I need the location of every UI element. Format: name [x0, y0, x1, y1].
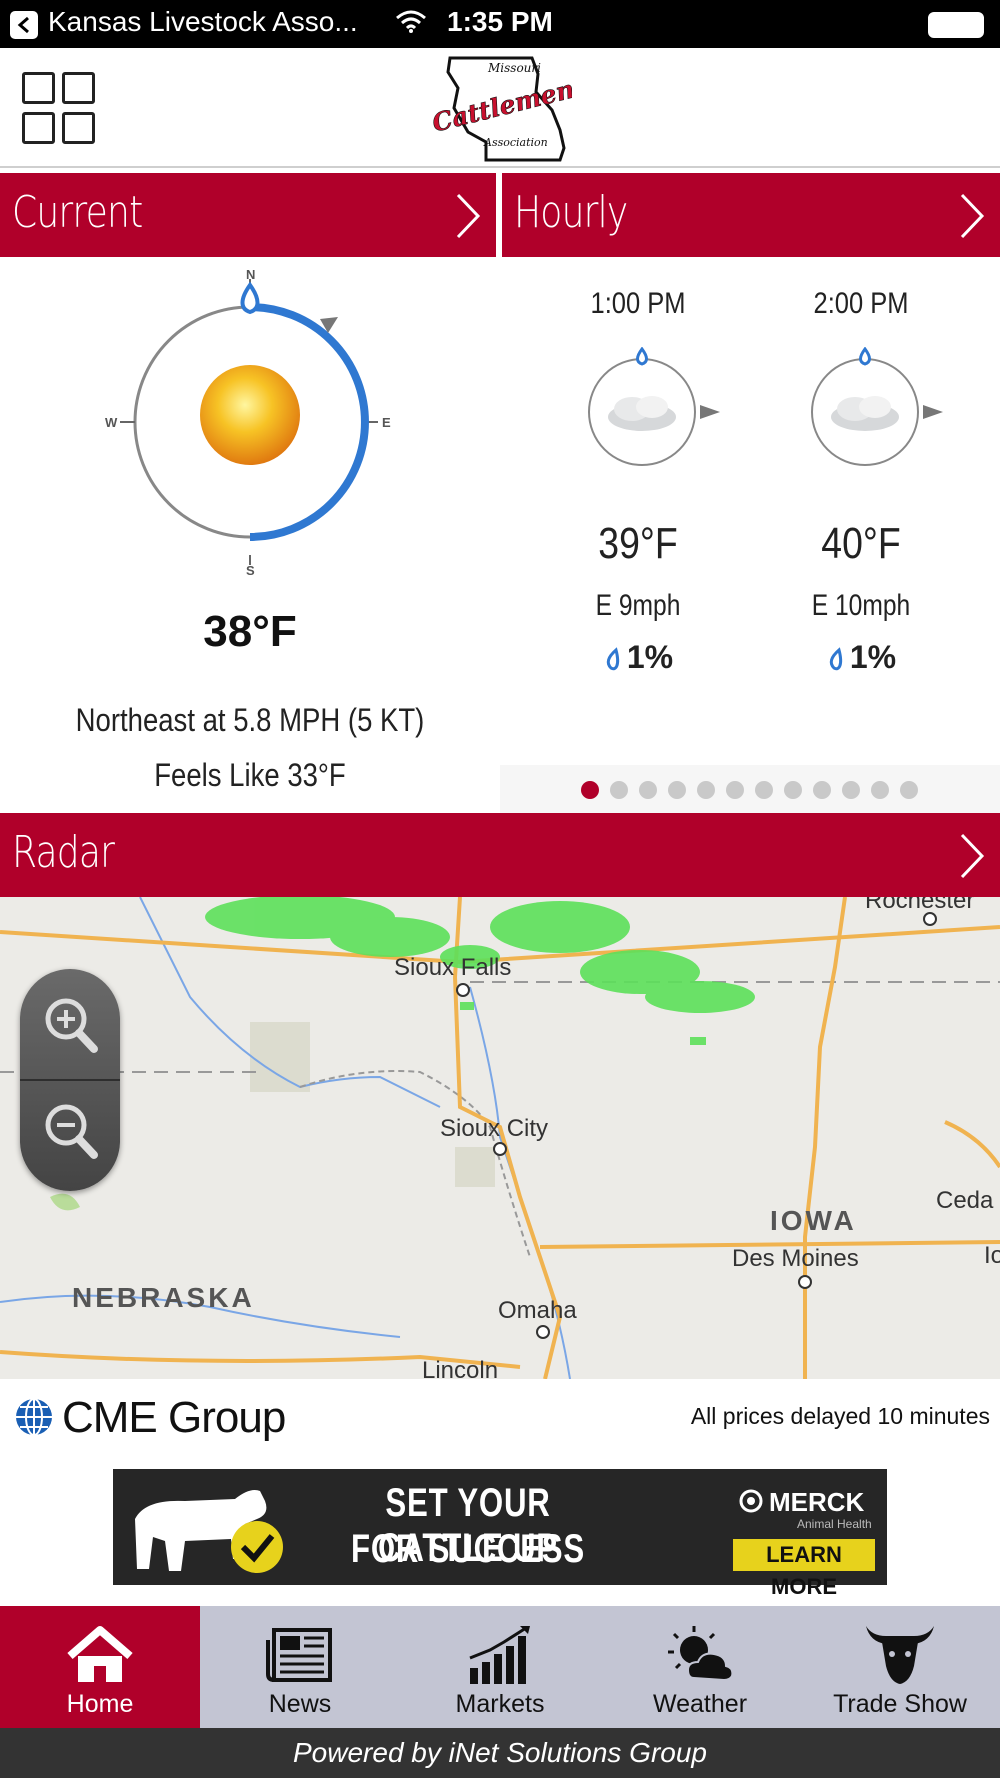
previous-app-name[interactable]: Kansas Livestock Asso...: [48, 6, 358, 38]
zoom-in-icon[interactable]: [40, 991, 100, 1061]
hourly-section-header[interactable]: Hourly: [502, 173, 1000, 257]
raindrop-icon: [829, 646, 842, 670]
page-dot[interactable]: [755, 781, 773, 799]
app-header: Missouri Cattlemens Association: [0, 48, 1000, 168]
map-label-nebraska: NEBRASKA: [72, 1282, 255, 1313]
wifi-icon: [396, 10, 426, 33]
tab-home[interactable]: Home: [0, 1606, 200, 1728]
map-label-io: Io: [984, 1242, 1000, 1269]
hour-time: 1:00 PM: [590, 287, 686, 320]
chevron-left-icon: [17, 16, 29, 34]
hour-wind: E 10mph: [811, 589, 911, 622]
current-title: Current: [12, 187, 143, 238]
weather-icon: [668, 1626, 734, 1682]
hour-temperature: 40°F: [821, 519, 901, 568]
chevron-right-icon: [960, 193, 985, 239]
svg-text:W: W: [105, 415, 118, 430]
battery-icon: [928, 12, 984, 38]
page-dot[interactable]: [726, 781, 744, 799]
grid-icon: [22, 72, 55, 104]
page-dot[interactable]: [871, 781, 889, 799]
ad-brand-sub: Animal Health: [797, 1517, 872, 1531]
globe-icon: [16, 1398, 52, 1436]
chevron-right-icon: [456, 193, 481, 239]
map-label-sioux-falls: Sioux Falls: [394, 954, 512, 981]
tab-label: Trade Show: [833, 1690, 967, 1718]
page-dot[interactable]: [581, 781, 599, 799]
tab-weather[interactable]: Weather: [600, 1606, 800, 1728]
cme-banner[interactable]: CME Group All prices delayed 10 minutes: [0, 1379, 1000, 1469]
current-wind: Northeast at 5.8 MPH (5 KT): [75, 702, 425, 738]
svg-text:Missouri: Missouri: [487, 61, 541, 75]
svg-text:Association: Association: [483, 136, 548, 149]
map-label-rochester: Rochester: [865, 897, 975, 914]
svg-text:E: E: [382, 415, 391, 430]
tab-trade-show[interactable]: Trade Show: [800, 1606, 1000, 1728]
page-dot[interactable]: [813, 781, 831, 799]
cloudy-icon: [588, 347, 720, 466]
status-bar: Kansas Livestock Asso... 1:35 PM: [0, 0, 1000, 48]
tab-label: Weather: [652, 1690, 748, 1718]
association-logo: Missouri Cattlemens Association: [428, 52, 591, 164]
radar-title: Radar: [12, 827, 115, 878]
current-conditions-panel: N S E W 38°F Northeast at 5.8 MPH (5 KT)…: [0, 257, 500, 813]
current-temperature: 38°F: [203, 607, 297, 656]
zoom-controls: [20, 969, 120, 1191]
zoom-out-icon[interactable]: [40, 1097, 100, 1167]
tab-markets[interactable]: Markets: [400, 1606, 600, 1728]
powered-by-footer: Powered by iNet Solutions Group: [0, 1728, 1000, 1778]
clock: 1:35 PM: [447, 6, 553, 37]
hour-time: 2:00 PM: [813, 287, 909, 320]
merck-logo-icon: [739, 1489, 763, 1513]
map-label-des-moines: Des Moines: [732, 1245, 859, 1272]
page-dot[interactable]: [610, 781, 628, 799]
newspaper-icon: [266, 1628, 332, 1682]
tab-news[interactable]: News: [200, 1606, 400, 1728]
ad-brand: MERCK: [769, 1487, 865, 1517]
menu-grid-button[interactable]: [22, 72, 98, 146]
page-dot[interactable]: [668, 781, 686, 799]
page-dot[interactable]: [697, 781, 715, 799]
ad-headline-2: FOR SUCCESS: [351, 1527, 585, 1571]
map-label-lincoln: Lincoln: [422, 1357, 499, 1379]
map-label-omaha: Omaha: [498, 1297, 577, 1324]
svg-text:N: N: [246, 267, 255, 282]
bar-chart-icon: [469, 1626, 530, 1684]
feels-like: Feels Like 33°F: [154, 757, 346, 793]
page-indicator[interactable]: [500, 765, 1000, 813]
sunny-icon: [200, 365, 300, 465]
svg-text:S: S: [246, 563, 255, 577]
back-to-app-button[interactable]: [10, 11, 38, 39]
map-label-sioux-city: Sioux City: [440, 1115, 549, 1142]
hour-wind: E 9mph: [595, 589, 681, 622]
raindrop-icon: [606, 646, 619, 670]
wind-compass: N S E W: [105, 267, 391, 577]
page-dot[interactable]: [784, 781, 802, 799]
hour-precip: 1%: [548, 639, 728, 676]
tab-label: News: [268, 1690, 332, 1718]
hourly-title: Hourly: [514, 187, 628, 238]
radar-section-header[interactable]: Radar: [0, 813, 1000, 897]
cow-check-icon: [135, 1490, 283, 1573]
current-section-header[interactable]: Current: [0, 173, 496, 257]
chevron-right-icon: [960, 833, 985, 879]
page-dot[interactable]: [900, 781, 918, 799]
learn-more-button[interactable]: LEARN MORE: [733, 1539, 875, 1599]
home-icon: [67, 1626, 133, 1682]
prices-delay-note: All prices delayed 10 minutes: [690, 1403, 990, 1429]
hour-precip: 1%: [771, 639, 951, 676]
hour-temperature: 39°F: [598, 519, 678, 568]
bull-head-icon: [866, 1626, 934, 1684]
ad-banner[interactable]: SET YOUR CATTLE UP FOR SUCCESS MERCK Ani…: [113, 1469, 887, 1599]
page-dot[interactable]: [639, 781, 657, 799]
tab-label: Markets: [455, 1690, 545, 1718]
page-dot[interactable]: [842, 781, 860, 799]
bottom-tab-bar: Home News Markets Weather Trade Show: [0, 1606, 1000, 1728]
hourly-forecast-panel[interactable]: 1:00 PM 39°F E 9mph 1% 2:00 PM 40°F E 10…: [500, 257, 1000, 813]
map-label-cedar: Ceda: [936, 1187, 994, 1214]
tab-label: Home: [66, 1690, 134, 1718]
cloudy-icon: [811, 347, 943, 466]
radar-map[interactable]: Rochester Sioux Falls Sioux City IOWA De…: [0, 897, 1000, 1379]
map-label-iowa: IOWA: [770, 1205, 857, 1236]
